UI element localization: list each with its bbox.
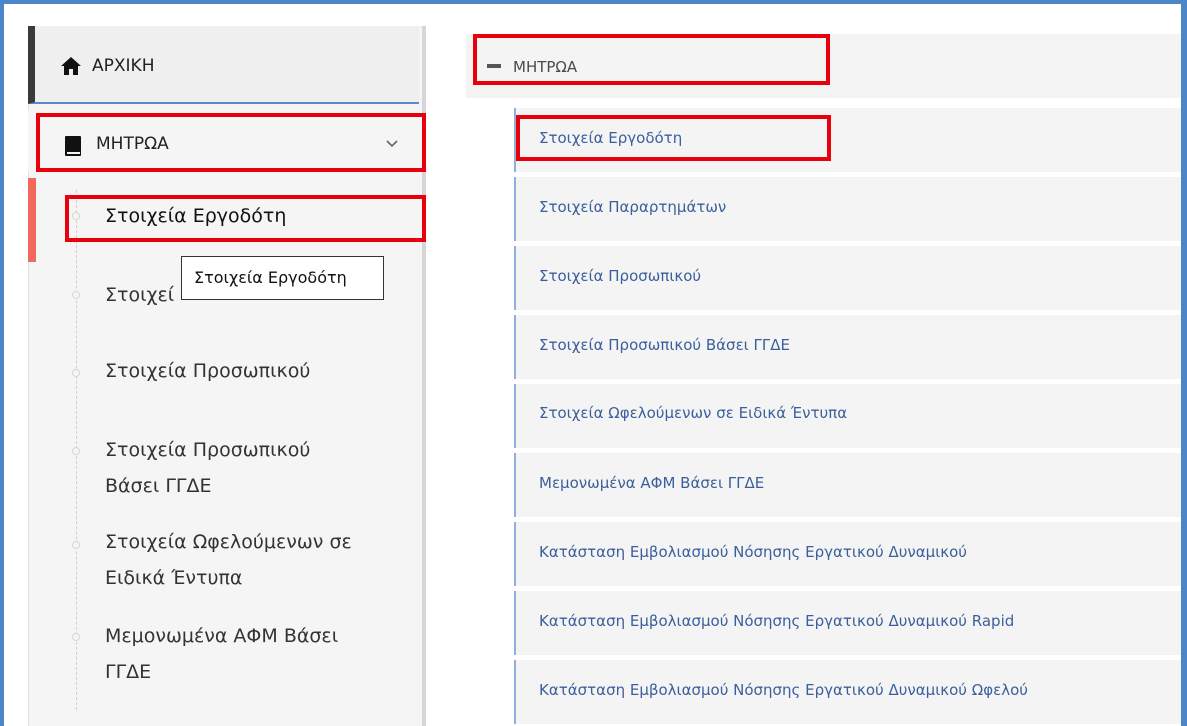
tree-dot [72,541,80,549]
highlight-box-employer-sidebar [65,195,426,242]
sidebar-subitem-personnel[interactable]: Στοιχεία Προσωπικού [105,357,310,386]
sidebar-subitem-personnel-ggde[interactable]: Στοιχεία Προσωπικού [105,436,310,465]
image-frame-right [1181,0,1187,726]
active-indicator [28,178,36,262]
home-icon [61,57,81,75]
sidebar-subitem-personnel-ggde-line2[interactable]: Βάσει ΓΓΔΕ [105,472,212,501]
list-item-label[interactable]: Στοιχεία Παραρτημάτων [539,198,726,216]
list-item-label[interactable]: Στοιχεία Προσωπικού [539,267,701,285]
sidebar-subitem-afm-line2[interactable]: ΓΓΔΕ [105,658,151,687]
tree-dot [72,291,80,299]
tree-dot [72,633,80,641]
sidebar-item-home-label: ΑΡΧΙΚΗ [92,56,155,76]
list-item-label[interactable]: Κατάσταση Εμβολιασμού Νόσησης Εργατικού … [539,612,1014,630]
list-item-label[interactable]: Κατάσταση Εμβολιασμού Νόσησης Εργατικού … [539,681,1028,699]
highlight-box-employer-list [516,115,831,161]
highlight-box-registry [36,113,426,172]
sidebar-subitem-afm[interactable]: Μεμονωμένα ΑΦΜ Βάσει [105,622,338,651]
highlight-box-registry-header [473,34,830,85]
sidebar-subitem-beneficiaries[interactable]: Στοιχεία Ωφελούμενων σε [105,528,352,557]
tree-dot [72,369,80,377]
tree-dot [72,447,80,455]
sidebar-item-home[interactable] [28,26,419,104]
list-item-label[interactable]: Κατάσταση Εμβολιασμού Νόσησης Εργατικού … [539,543,967,561]
sidebar-subitem-branches[interactable]: Στοιχεί [105,281,174,310]
sidebar-subitem-beneficiaries-line2[interactable]: Ειδικά Έντυπα [105,564,242,593]
list-item-label[interactable]: Στοιχεία Ωφελούμενων σε Ειδικά Έντυπα [539,404,847,422]
list-item-label[interactable]: Μεμονωμένα ΑΦΜ Βάσει ΓΓΔΕ [539,474,764,492]
list-item-label[interactable]: Στοιχεία Προσωπικού Βάσει ΓΓΔΕ [539,336,790,354]
tooltip: Στοιχεία Εργοδότη [181,256,384,300]
